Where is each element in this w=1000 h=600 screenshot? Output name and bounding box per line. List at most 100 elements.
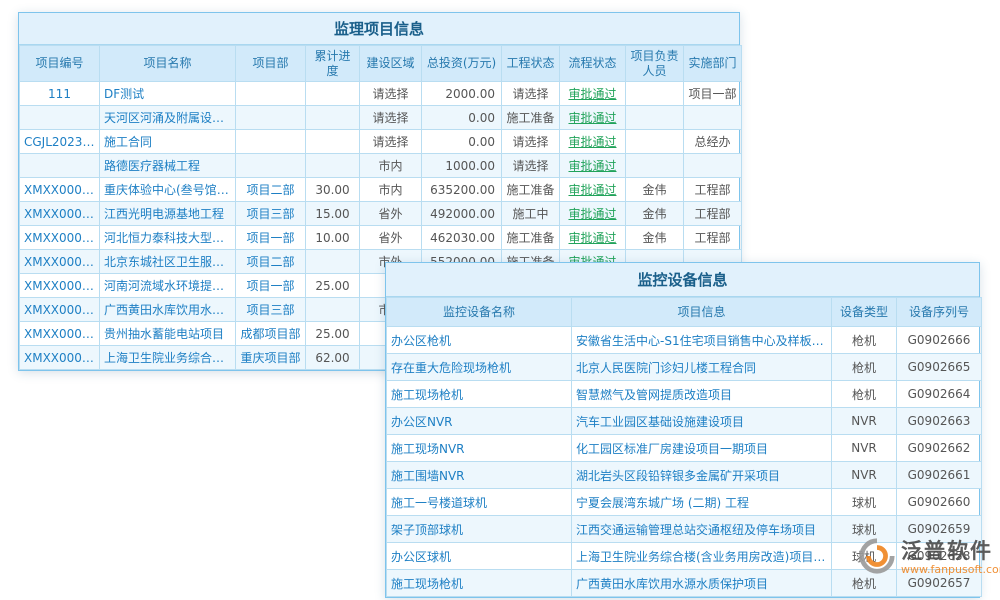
cell-flow[interactable]: 审批通过: [560, 130, 626, 154]
cell-id[interactable]: XMXX00020: [20, 298, 100, 322]
table-row[interactable]: CGJL202311...施工合同请选择0.00请选择审批通过总经办: [20, 130, 742, 154]
cell-impl: 工程部: [684, 202, 742, 226]
cell-area: 省外: [360, 226, 422, 250]
column-header: 累计进度: [306, 46, 360, 82]
cell-progress: 10.00: [306, 226, 360, 250]
cell-flow[interactable]: 审批通过: [560, 178, 626, 202]
cell-flow[interactable]: 审批通过: [560, 226, 626, 250]
table-row[interactable]: 路德医疗器械工程市内1000.00请选择审批通过: [20, 154, 742, 178]
cell-device[interactable]: 办公区球机: [387, 543, 572, 570]
cell-project[interactable]: 湖北岩头区段铅锌银多金属矿开采项目: [572, 462, 832, 489]
project-table-header-row: 项目编号项目名称项目部累计进度建设区域总投资(万元)工程状态流程状态项目负责人员…: [20, 46, 742, 82]
cell-name[interactable]: 江西光明电源基地工程: [100, 202, 236, 226]
cell-name[interactable]: 贵州抽水蓄能电站项目: [100, 322, 236, 346]
cell-type: 球机: [832, 489, 897, 516]
cell-flow[interactable]: 审批通过: [560, 154, 626, 178]
cell-project[interactable]: 广西黄田水库饮用水源水质保护项目: [572, 570, 832, 597]
cell-dept[interactable]: 项目三部: [236, 202, 306, 226]
cell-name[interactable]: 上海卫生院业务综合楼(含业务用...: [100, 346, 236, 370]
cell-id[interactable]: XMXX00018: [20, 346, 100, 370]
cell-name[interactable]: 河北恒力泰科技大型压铸智能装备...: [100, 226, 236, 250]
cell-id[interactable]: XMXX00019: [20, 322, 100, 346]
column-header: 项目名称: [100, 46, 236, 82]
cell-flow[interactable]: 审批通过: [560, 106, 626, 130]
table-row[interactable]: 施工现场NVR化工园区标准厂房建设项目一期项目NVRG0902662: [387, 435, 982, 462]
cell-dept[interactable]: 重庆项目部: [236, 346, 306, 370]
cell-investment: 0.00: [422, 106, 502, 130]
cell-serial: G0902665: [897, 354, 982, 381]
table-row[interactable]: 施工一号楼道球机宁夏会展湾东城广场 (二期) 工程球机G0902660: [387, 489, 982, 516]
cell-project[interactable]: 北京人民医院门诊妇儿楼工程合同: [572, 354, 832, 381]
cell-dept: [236, 130, 306, 154]
table-row[interactable]: XMXX00024江西光明电源基地工程项目三部15.00省外492000.00施…: [20, 202, 742, 226]
column-header: 项目编号: [20, 46, 100, 82]
cell-flow[interactable]: 审批通过: [560, 82, 626, 106]
cell-project[interactable]: 汽车工业园区基础设施建设项目: [572, 408, 832, 435]
cell-name[interactable]: 广西黄田水库饮用水源水质保护项目: [100, 298, 236, 322]
cell-dept[interactable]: 项目一部: [236, 226, 306, 250]
cell-impl: [684, 154, 742, 178]
table-row[interactable]: 111DF测试请选择2000.00请选择审批通过项目一部: [20, 82, 742, 106]
cell-name[interactable]: 天河区河涌及附属设施维修养护和...: [100, 106, 236, 130]
watermark-brand: 泛普软件: [901, 540, 1000, 563]
cell-dept[interactable]: 成都项目部: [236, 322, 306, 346]
cell-id[interactable]: XMXX00024: [20, 202, 100, 226]
cell-area: 市内: [360, 178, 422, 202]
cell-name[interactable]: 河南河流域水环境提升工程: [100, 274, 236, 298]
watermark-url: www.fanpusoft.com: [901, 564, 1000, 576]
cell-type: 枪机: [832, 327, 897, 354]
cell-manager: 金伟: [626, 178, 684, 202]
table-row[interactable]: 办公区NVR汽车工业园区基础设施建设项目NVRG0902663: [387, 408, 982, 435]
cell-area: 请选择: [360, 82, 422, 106]
cell-manager: 金伟: [626, 226, 684, 250]
cell-manager: 金伟: [626, 202, 684, 226]
cell-name[interactable]: 北京东城社区卫生服务中心建设项...: [100, 250, 236, 274]
cell-device[interactable]: 施工现场枪机: [387, 570, 572, 597]
column-header: 工程状态: [502, 46, 560, 82]
cell-project[interactable]: 化工园区标准厂房建设项目一期项目: [572, 435, 832, 462]
table-row[interactable]: 施工现场枪机智慧燃气及管网提质改造项目枪机G0902664: [387, 381, 982, 408]
cell-device[interactable]: 办公区NVR: [387, 408, 572, 435]
cell-dept: [236, 106, 306, 130]
cell-dept[interactable]: 项目二部: [236, 178, 306, 202]
table-row[interactable]: XMXX00023河北恒力泰科技大型压铸智能装备...项目一部10.00省外46…: [20, 226, 742, 250]
cell-id[interactable]: XMXX00022: [20, 250, 100, 274]
table-row[interactable]: 天河区河涌及附属设施维修养护和...请选择0.00施工准备审批通过: [20, 106, 742, 130]
column-header: 项目负责人员: [626, 46, 684, 82]
cell-investment: 1000.00: [422, 154, 502, 178]
cell-dept[interactable]: 项目二部: [236, 250, 306, 274]
cell-flow[interactable]: 审批通过: [560, 202, 626, 226]
cell-status: 请选择: [502, 154, 560, 178]
cell-device[interactable]: 施工一号楼道球机: [387, 489, 572, 516]
cell-id[interactable]: XMXX00023: [20, 226, 100, 250]
cell-impl: 工程部: [684, 178, 742, 202]
cell-name[interactable]: 施工合同: [100, 130, 236, 154]
cell-name[interactable]: 重庆体验中心(叁号馆)装修工程: [100, 178, 236, 202]
table-row[interactable]: 存在重大危险现场枪机北京人民医院门诊妇儿楼工程合同枪机G0902665: [387, 354, 982, 381]
cell-project[interactable]: 宁夏会展湾东城广场 (二期) 工程: [572, 489, 832, 516]
watermark-text: 泛普软件 www.fanpusoft.com: [901, 540, 1000, 575]
cell-id[interactable]: CGJL202311...: [20, 130, 100, 154]
cell-project[interactable]: 智慧燃气及管网提质改造项目: [572, 381, 832, 408]
table-row[interactable]: 办公区枪机安徽省生活中心-S1住宅项目销售中心及样板间精装修...枪机G0902…: [387, 327, 982, 354]
cell-device[interactable]: 架子顶部球机: [387, 516, 572, 543]
cell-dept[interactable]: 项目三部: [236, 298, 306, 322]
cell-id[interactable]: XMXX00021: [20, 274, 100, 298]
cell-id[interactable]: 111: [20, 82, 100, 106]
cell-name[interactable]: DF测试: [100, 82, 236, 106]
table-row[interactable]: 施工围墙NVR湖北岩头区段铅锌银多金属矿开采项目NVRG0902661: [387, 462, 982, 489]
cell-name[interactable]: 路德医疗器械工程: [100, 154, 236, 178]
cell-id[interactable]: XMXX00025: [20, 178, 100, 202]
cell-project[interactable]: 安徽省生活中心-S1住宅项目销售中心及样板间精装修...: [572, 327, 832, 354]
cell-status: 施工准备: [502, 178, 560, 202]
cell-project[interactable]: 上海卫生院业务综合楼(含业务用房改造)项目(集中隔离...: [572, 543, 832, 570]
cell-project[interactable]: 江西交通运输管理总站交通枢纽及停车场项目: [572, 516, 832, 543]
cell-progress: 15.00: [306, 202, 360, 226]
cell-device[interactable]: 施工围墙NVR: [387, 462, 572, 489]
cell-device[interactable]: 施工现场NVR: [387, 435, 572, 462]
cell-dept[interactable]: 项目一部: [236, 274, 306, 298]
table-row[interactable]: XMXX00025重庆体验中心(叁号馆)装修工程项目二部30.00市内63520…: [20, 178, 742, 202]
cell-device[interactable]: 办公区枪机: [387, 327, 572, 354]
cell-device[interactable]: 施工现场枪机: [387, 381, 572, 408]
cell-device[interactable]: 存在重大危险现场枪机: [387, 354, 572, 381]
